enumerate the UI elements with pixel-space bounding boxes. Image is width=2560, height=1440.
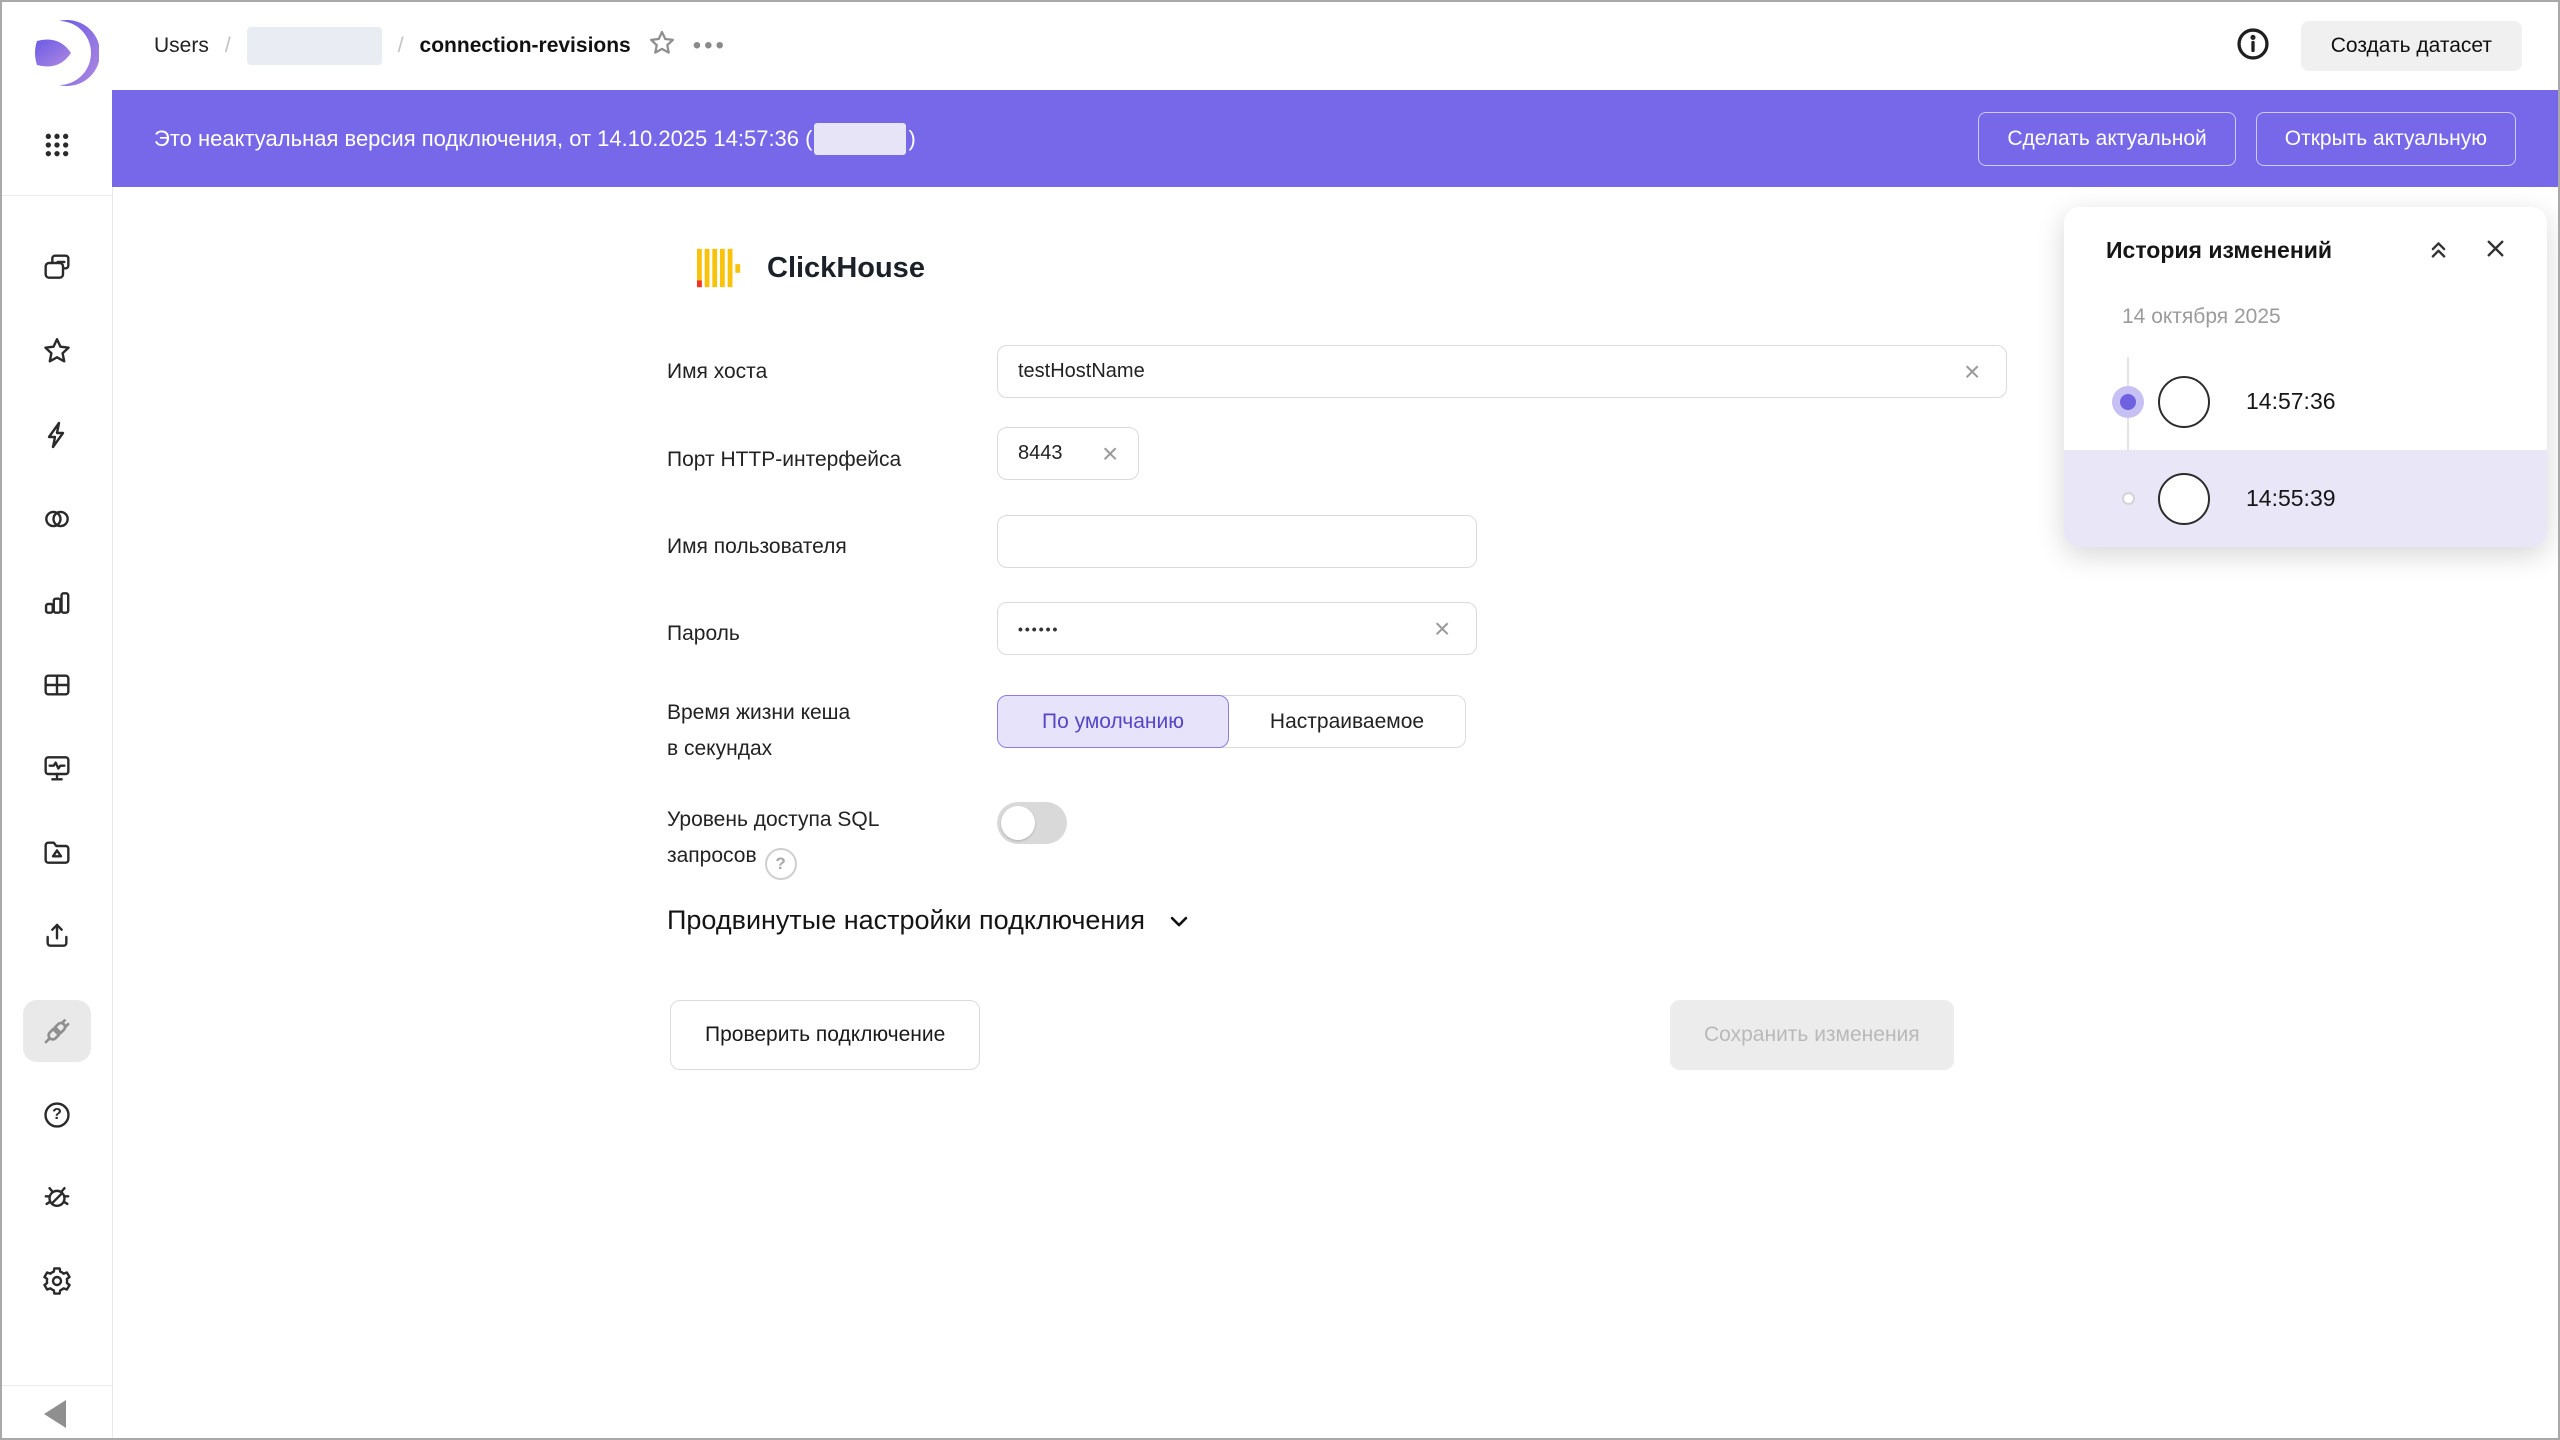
sidebar-divider <box>2 195 112 196</box>
sidebar: ? <box>2 2 113 1438</box>
clickhouse-logo <box>697 246 743 290</box>
port-clear-icon[interactable]: × <box>1102 440 1118 468</box>
sidebar-collapse-button[interactable] <box>44 1400 66 1428</box>
sql-access-help-icon[interactable]: ? <box>765 848 797 880</box>
sql-access-label: Уровень доступа SQL запросов? <box>667 802 977 880</box>
version-dot <box>2110 492 2146 505</box>
check-connection-button[interactable]: Проверить подключение <box>670 1000 980 1070</box>
export-icon[interactable] <box>40 918 74 952</box>
make-actual-button[interactable]: Сделать актуальной <box>1978 112 2235 166</box>
username-input[interactable] <box>997 515 1477 568</box>
host-label: Имя хоста <box>667 354 977 390</box>
collapse-arrow-icon <box>44 1400 66 1428</box>
help-icon[interactable]: ? <box>40 1098 74 1132</box>
outdated-version-banner: Это неактуальная версия подключения, от … <box>112 90 2558 187</box>
favorite-star-icon[interactable] <box>647 28 677 64</box>
password-clear-icon[interactable]: × <box>1434 615 1450 643</box>
breadcrumb-current: connection-revisions <box>420 34 631 58</box>
history-entry-viewing[interactable]: 14:55:39 <box>2064 450 2547 547</box>
sidebar-bottom-divider <box>2 1385 112 1386</box>
banner-actions: Сделать актуальной Открыть актуальную <box>1978 112 2516 166</box>
info-icon[interactable] <box>2235 26 2271 67</box>
cache-custom-option[interactable]: Настраиваемое <box>1221 695 1466 748</box>
banner-message: Это неактуальная версия подключения, от … <box>154 123 916 155</box>
monitoring-icon[interactable] <box>40 751 74 785</box>
cache-default-option[interactable]: По умолчанию <box>997 695 1229 748</box>
breadcrumb-users[interactable]: Users <box>154 34 209 58</box>
history-date: 14 октября 2025 <box>2122 305 2281 329</box>
collapse-up-icon[interactable] <box>2425 235 2452 262</box>
datasets-icon[interactable] <box>40 502 74 536</box>
storage-folder-icon[interactable] <box>40 835 74 869</box>
breadcrumb-redacted-item[interactable] <box>247 27 382 65</box>
save-changes-button[interactable]: Сохранить изменения <box>1670 1000 1954 1070</box>
cache-lifetime-segmented: По умолчанию Настраиваемое <box>997 695 1466 748</box>
favorites-star-icon[interactable] <box>40 334 74 368</box>
bug-report-icon[interactable] <box>40 1180 74 1214</box>
top-bar: Users / / connection-revisions ••• Созда… <box>112 2 2558 90</box>
banner-redacted-id <box>814 123 906 155</box>
topbar-actions: Создать датасет <box>2235 2 2522 90</box>
toggle-knob <box>1001 806 1035 840</box>
breadcrumb: Users / / connection-revisions ••• <box>154 27 727 65</box>
password-input[interactable] <box>997 602 1477 655</box>
advanced-settings-toggle[interactable]: Продвинутые настройки подключения <box>667 905 1193 936</box>
dashboards-icon[interactable] <box>40 668 74 702</box>
create-dataset-button[interactable]: Создать датасет <box>2301 21 2522 71</box>
host-input[interactable] <box>997 345 2007 398</box>
history-title: История изменений <box>2106 237 2332 264</box>
more-menu-icon[interactable]: ••• <box>693 32 727 60</box>
revision-time: 14:55:39 <box>2246 485 2336 512</box>
password-label: Пароль <box>667 616 977 652</box>
port-label: Порт HTTP-интерфейса <box>667 442 977 478</box>
revision-history-panel: История изменений 14 октября 2025 14:57:… <box>2064 207 2547 547</box>
avatar <box>2158 473 2210 525</box>
charts-icon[interactable] <box>40 585 74 619</box>
connection-header: ClickHouse <box>697 246 925 290</box>
close-icon[interactable] <box>2482 235 2509 262</box>
connections-active-item[interactable] <box>23 1000 91 1062</box>
revision-time: 14:57:36 <box>2246 388 2336 415</box>
username-label: Имя пользователя <box>667 529 977 565</box>
connection-title: ClickHouse <box>767 252 925 285</box>
sql-access-toggle[interactable] <box>997 802 1067 844</box>
settings-gear-icon[interactable] <box>40 1264 74 1298</box>
host-clear-icon[interactable]: × <box>1964 358 1980 386</box>
plug-icon <box>40 1014 74 1048</box>
cache-lifetime-label: Время жизни кеша в секундах <box>667 695 977 767</box>
chevron-down-icon <box>1165 907 1193 935</box>
open-actual-button[interactable]: Открыть актуальную <box>2256 112 2516 166</box>
history-panel-icons <box>2425 235 2509 262</box>
apps-grid-icon[interactable] <box>40 128 74 162</box>
avatar <box>2158 376 2210 428</box>
datalens-logo[interactable] <box>15 11 99 95</box>
history-entry-current[interactable]: 14:57:36 <box>2064 353 2547 450</box>
current-version-radio <box>2110 386 2146 418</box>
collections-icon[interactable] <box>40 250 74 284</box>
app-window: ? Users / / connection-revisions ••• <box>0 0 2560 1440</box>
lightning-icon[interactable] <box>40 418 74 452</box>
